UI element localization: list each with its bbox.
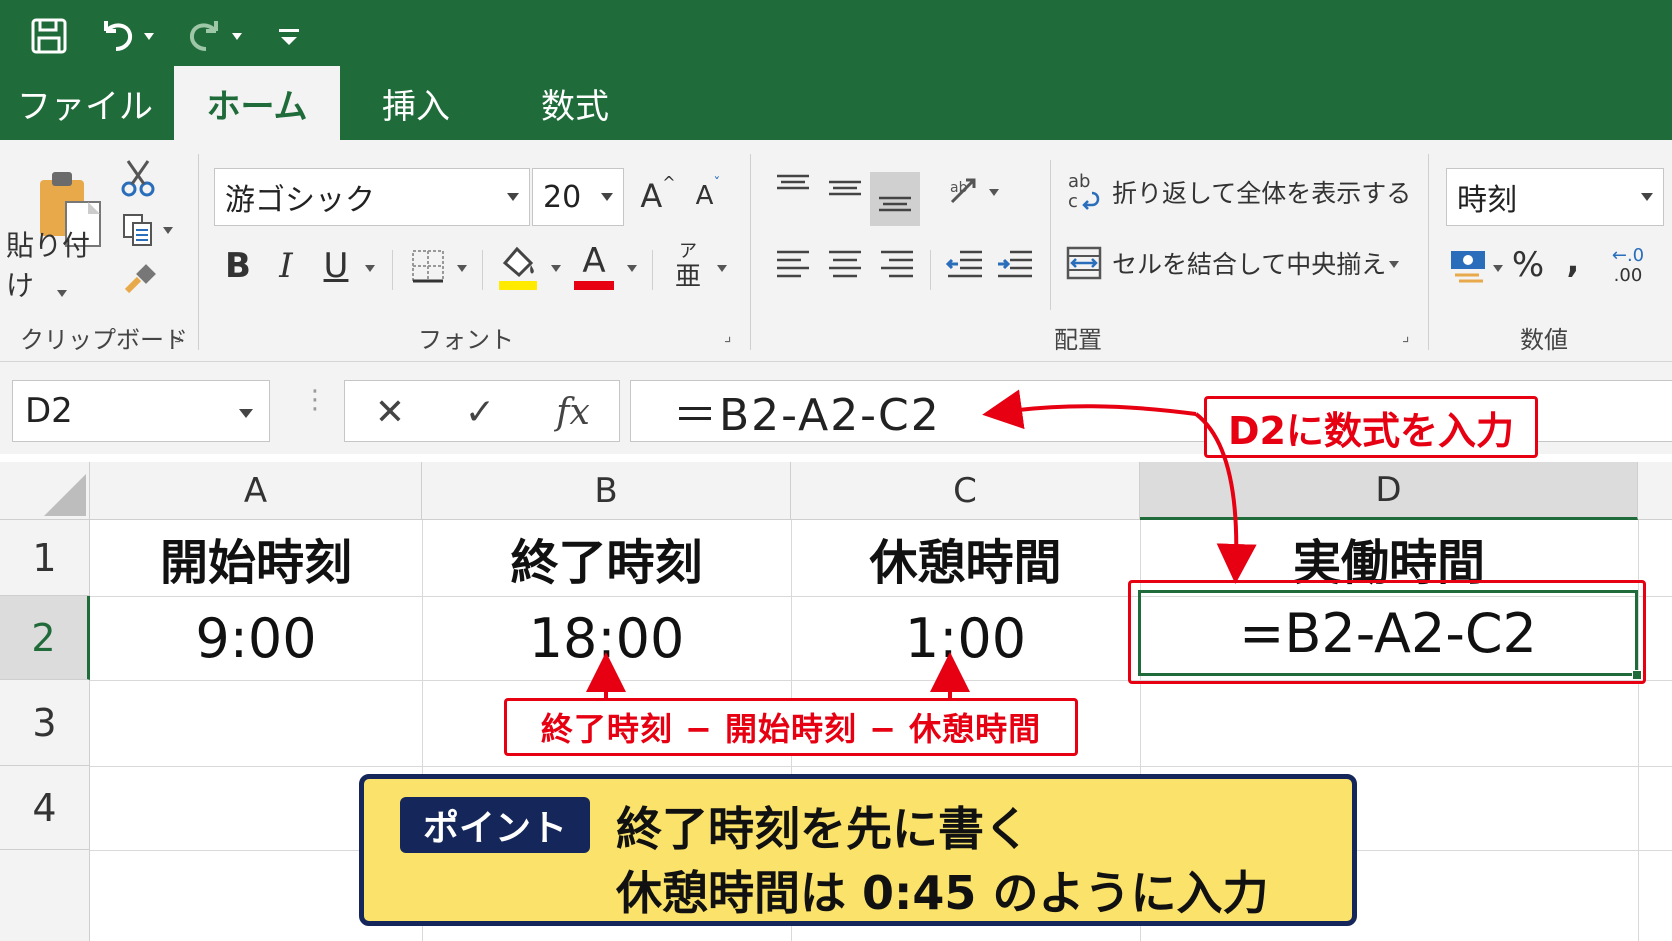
point-callout: ポイント 終了時刻を先に書く 休憩時間は 0:45 のように入力 bbox=[359, 774, 1357, 926]
point-tag: ポイント bbox=[400, 797, 590, 853]
arrow-to-formula-bar bbox=[982, 389, 1197, 430]
arrow-to-cell-d2 bbox=[1194, 412, 1257, 584]
point-line-1: 終了時刻を先に書く bbox=[616, 802, 1030, 856]
point-line-2: 休憩時間は 0:45 のように入力 bbox=[616, 866, 1269, 920]
